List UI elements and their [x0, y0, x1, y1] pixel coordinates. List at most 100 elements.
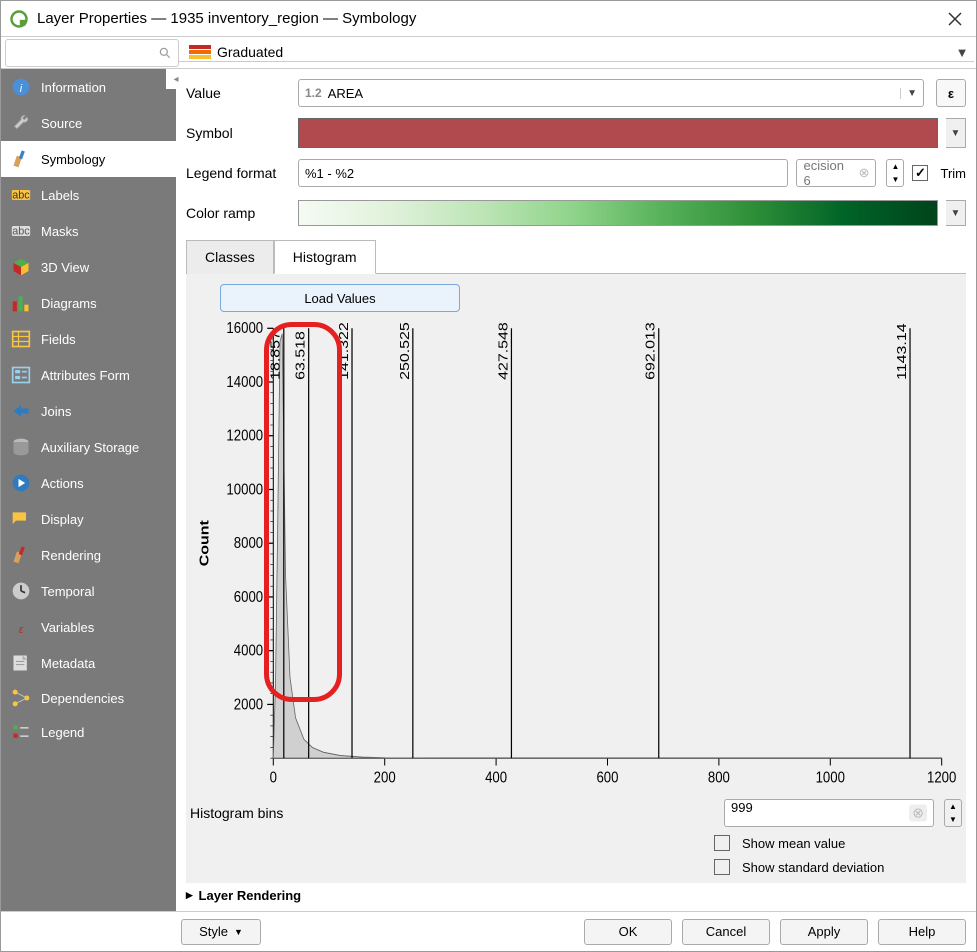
svg-text:600: 600 [596, 770, 618, 787]
sidebar-item-diagrams[interactable]: Diagrams [1, 285, 176, 321]
sidebar-item-actions[interactable]: Actions [1, 465, 176, 501]
sidebar-item-masks[interactable]: abc Masks [1, 213, 176, 249]
style-menu-button[interactable]: Style ▼ [181, 919, 261, 945]
svg-text:Count: Count [197, 520, 211, 566]
show-stddev-checkbox[interactable] [714, 859, 730, 875]
sidebar-item-label: Source [41, 116, 82, 131]
precision-input[interactable]: ecision 6 ⊗ [796, 159, 876, 187]
spin-up-icon[interactable]: ▲ [887, 160, 903, 173]
sidebar-item-label: Dependencies [41, 691, 124, 706]
sidebar-item-fields[interactable]: Fields [1, 321, 176, 357]
actions-icon [11, 473, 31, 493]
sidebar-item-labels[interactable]: abc Labels [1, 177, 176, 213]
variables-icon: ε [11, 617, 31, 637]
sidebar-item-label: Display [41, 512, 84, 527]
sidebar-item-rendering[interactable]: Rendering [1, 537, 176, 573]
svg-text:ε: ε [19, 624, 24, 636]
sidebar-item-information[interactable]: i Information [1, 69, 176, 105]
sidebar-search-input[interactable] [5, 39, 179, 67]
expression-button[interactable]: ε [936, 79, 966, 107]
svg-text:16000: 16000 [226, 320, 263, 337]
chevron-down-icon: ▼ [950, 45, 974, 60]
info-icon: i [11, 77, 31, 97]
spin-down-icon[interactable]: ▼ [887, 173, 903, 186]
legend-format-input[interactable] [298, 159, 788, 187]
sidebar-item-label: Actions [41, 476, 84, 491]
svg-text:141.322: 141.322 [337, 322, 351, 380]
sidebar-item-label: Symbology [41, 152, 105, 167]
svg-text:1200: 1200 [927, 770, 956, 787]
sidebar-item-label: Diagrams [41, 296, 97, 311]
sidebar-item-temporal[interactable]: Temporal [1, 573, 176, 609]
bins-input[interactable]: 999 ⊗ [724, 799, 934, 827]
svg-text:18.857: 18.857 [269, 331, 283, 380]
labels-icon: abc [11, 185, 31, 205]
close-icon [948, 12, 962, 26]
fields-icon [11, 329, 31, 349]
dependencies-icon [11, 688, 31, 708]
ok-button[interactable]: OK [584, 919, 672, 945]
trim-checkbox[interactable]: ✓ [912, 165, 928, 181]
show-mean-checkbox[interactable] [714, 835, 730, 851]
clear-icon[interactable]: ⊗ [909, 805, 927, 822]
tab-histogram[interactable]: Histogram [274, 240, 376, 274]
dialog-window: Layer Properties — 1935 inventory_region… [0, 0, 977, 952]
renderer-combo[interactable]: Graduated ▼ [179, 43, 974, 62]
layer-rendering-toggle[interactable]: ▸ Layer Rendering [186, 883, 966, 907]
chevron-down-icon: ▼ [900, 88, 917, 99]
sidebar-item-variables[interactable]: ε Variables [1, 609, 176, 645]
qgis-logo-icon [9, 9, 29, 29]
cancel-button[interactable]: Cancel [682, 919, 770, 945]
color-ramp-swatch[interactable] [298, 200, 938, 226]
apply-button[interactable]: Apply [780, 919, 868, 945]
tab-classes[interactable]: Classes [186, 240, 274, 274]
sidebar-item-symbology[interactable]: Symbology [1, 141, 176, 177]
sidebar-item-joins[interactable]: Joins [1, 393, 176, 429]
sidebar-item-legend[interactable]: Legend [1, 715, 176, 749]
svg-text:abc: abc [12, 225, 30, 237]
precision-spinner[interactable]: ▲ ▼ [886, 159, 904, 187]
svg-text:200: 200 [374, 770, 396, 787]
sidebar-item-source[interactable]: Source [1, 105, 176, 141]
value-combo[interactable]: 1.2 AREA ▼ [298, 79, 924, 107]
sidebar-item-metadata[interactable]: Metadata [1, 645, 176, 681]
bins-spinner[interactable]: ▲ ▼ [944, 799, 962, 827]
svg-text:400: 400 [485, 770, 507, 787]
symbol-swatch[interactable] [298, 118, 938, 148]
sidebar-item-dependencies[interactable]: Dependencies [1, 681, 176, 715]
graduated-icon [189, 43, 211, 61]
symbol-dropdown-button[interactable]: ▼ [946, 118, 966, 148]
svg-text:12000: 12000 [226, 428, 263, 445]
rendering-icon [11, 545, 31, 565]
bins-label: Histogram bins [190, 805, 283, 821]
diagrams-icon [11, 293, 31, 313]
renderer-label: Graduated [217, 44, 950, 60]
search-and-renderer-row: Graduated ▼ [1, 37, 976, 69]
sidebar-collapse-handle[interactable]: ◂ [166, 69, 186, 89]
display-icon [11, 509, 31, 529]
color-ramp-label: Color ramp [186, 205, 290, 221]
histogram-chart[interactable]: 2000400060008000100001200014000160000200… [190, 316, 962, 795]
load-values-button[interactable]: Load Values [220, 284, 460, 312]
svg-text:427.548: 427.548 [497, 322, 511, 380]
help-button[interactable]: Help [878, 919, 966, 945]
svg-text:692.013: 692.013 [644, 322, 658, 380]
sidebar-item-auxiliary-storage[interactable]: Auxiliary Storage [1, 429, 176, 465]
sidebar-item-label: Attributes Form [41, 368, 130, 383]
sidebar-item-3dview[interactable]: 3D View [1, 249, 176, 285]
spin-up-icon[interactable]: ▲ [945, 800, 961, 813]
clear-icon[interactable]: ⊗ [859, 165, 870, 181]
sidebar-item-display[interactable]: Display [1, 501, 176, 537]
clock-icon [11, 581, 31, 601]
sidebar-item-attributes-form[interactable]: Attributes Form [1, 357, 176, 393]
sidebar-item-label: Rendering [41, 548, 101, 563]
close-button[interactable] [942, 6, 968, 32]
storage-icon [11, 437, 31, 457]
chevron-down-icon: ▼ [234, 927, 243, 937]
legend-format-label: Legend format [186, 165, 290, 181]
svg-text:1143.14: 1143.14 [895, 323, 909, 379]
color-ramp-dropdown-button[interactable]: ▼ [946, 200, 966, 226]
cube-icon [11, 257, 31, 277]
spin-down-icon[interactable]: ▼ [945, 813, 961, 826]
epsilon-icon: ε [948, 86, 954, 101]
